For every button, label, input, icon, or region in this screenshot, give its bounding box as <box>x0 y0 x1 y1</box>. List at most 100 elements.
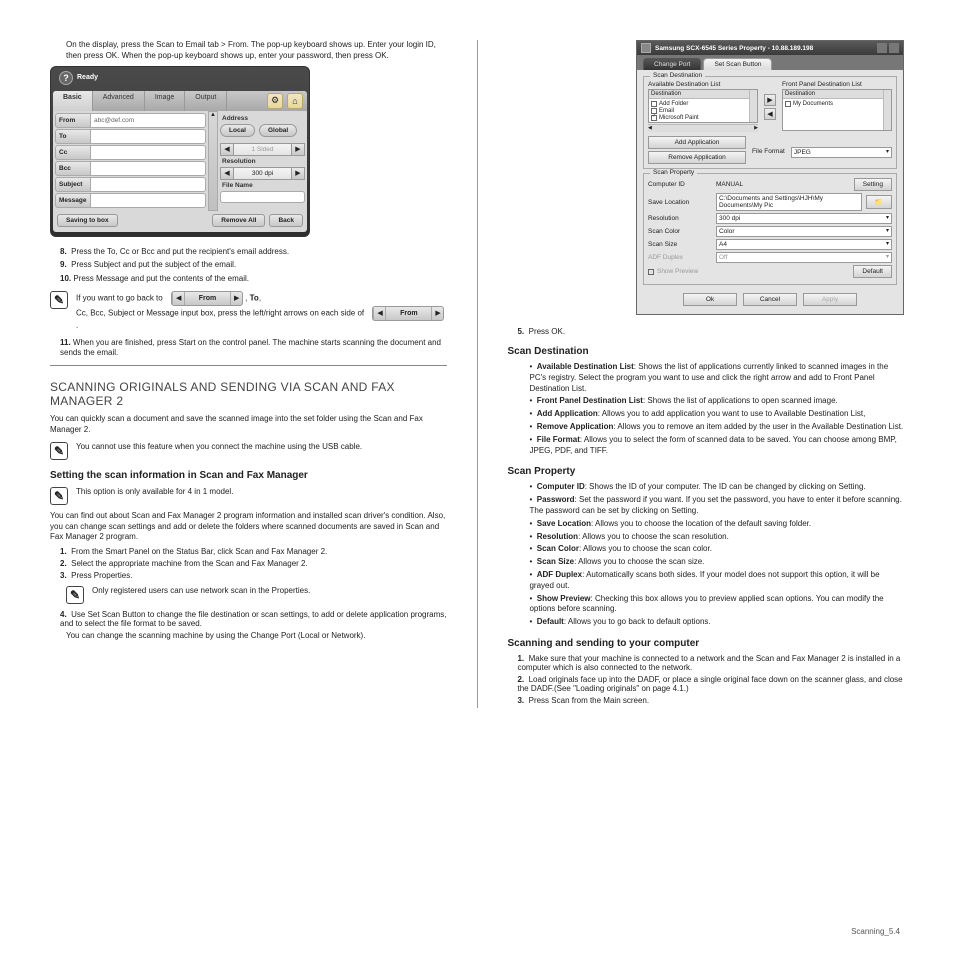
section-para: You can quickly scan a document and save… <box>50 414 447 436</box>
dialog-titlebar: Samsung SCX-6545 Series Property - 10.88… <box>637 41 903 55</box>
scrollbar[interactable] <box>883 90 891 130</box>
scan-size-select[interactable]: A4 <box>716 239 892 250</box>
resolution-value: 300 dpi <box>234 167 291 180</box>
property-dialog: Samsung SCX-6545 Series Property - 10.88… <box>636 40 904 315</box>
tab-change-port[interactable]: Change Port <box>643 58 702 70</box>
row-label[interactable]: Bcc <box>55 161 91 176</box>
message-field[interactable] <box>91 193 206 208</box>
list-item: • Remove Application: Allows you to remo… <box>529 422 904 433</box>
tab-basic[interactable]: Basic <box>53 91 93 111</box>
row-label[interactable]: Message <box>55 193 91 208</box>
add-application-button[interactable]: Add Application <box>648 136 746 149</box>
row-label[interactable]: Cc <box>55 145 91 160</box>
arrow-left-icon[interactable]: ◀ <box>373 307 385 320</box>
list-item: • Front Panel Destination List: Shows th… <box>529 396 904 407</box>
from-nav-widget: ◀ From ▶ <box>171 291 243 306</box>
arrow-right-icon[interactable]: ▶ <box>230 292 242 305</box>
row-label[interactable]: From <box>55 113 91 128</box>
options-icon[interactable]: ⚙ <box>267 93 283 109</box>
list-item: • Save Location: Allows you to choose th… <box>529 519 904 530</box>
tab-image[interactable]: Image <box>145 91 185 111</box>
scrollbar-horizontal[interactable]: ◀▶ <box>648 124 758 132</box>
remove-application-button[interactable]: Remove Application <box>648 151 746 164</box>
app-icon <box>641 43 651 53</box>
step-text: Press Subject and put the subject of the… <box>71 260 236 269</box>
arrow-right-icon[interactable]: ▶ <box>431 307 443 320</box>
to-field[interactable] <box>91 129 206 144</box>
extra-para: You can change the scanning machine by u… <box>66 631 447 642</box>
tab-output[interactable]: Output <box>185 91 227 111</box>
tab-set-scan-button[interactable]: Set Scan Button <box>703 58 772 70</box>
sub-heading: Scan Destination <box>507 346 904 357</box>
list-item: • Resolution: Allows you to choose the s… <box>529 532 904 543</box>
right-column: Samsung SCX-6545 Series Property - 10.88… <box>507 40 904 708</box>
ok-button[interactable]: Ok <box>683 293 737 306</box>
res-prev-icon[interactable]: ◀ <box>220 167 234 180</box>
scan-color-select[interactable]: Color <box>716 226 892 237</box>
help-icon[interactable]: ? <box>59 71 73 85</box>
ready-panel: ? Ready Basic Advanced Image Output ⚙ ⌂ <box>50 66 310 237</box>
saving-to-box-button[interactable]: Saving to box <box>57 214 118 227</box>
filename-field[interactable] <box>220 191 305 203</box>
subject-field[interactable] <box>91 177 206 192</box>
browse-folder-icon[interactable]: 📁 <box>866 195 892 209</box>
default-button[interactable]: Default <box>853 265 892 278</box>
home-icon[interactable]: ⌂ <box>287 93 303 109</box>
bcc-field[interactable] <box>91 161 206 176</box>
row-label[interactable]: Subject <box>55 177 91 192</box>
list-item: • Computer ID: Shows the ID of your comp… <box>529 482 904 493</box>
list-item: • File Format: Allows you to select the … <box>529 435 904 457</box>
step-text: Select the appropriate machine from the … <box>71 559 308 568</box>
back-button[interactable]: Back <box>269 214 303 227</box>
move-right-icon[interactable]: ▶ <box>764 94 776 106</box>
resolution-select[interactable]: 300 dpi <box>716 213 892 224</box>
remove-all-button[interactable]: Remove All <box>212 214 265 227</box>
step-text: Press Message and put the contents of th… <box>73 274 249 283</box>
resolution-label: Resolution <box>222 158 305 165</box>
prev-icon: ◀ <box>220 143 234 156</box>
page-footer: Scanning_5.4 <box>851 927 900 936</box>
cc-field[interactable] <box>91 145 206 160</box>
res-next-icon[interactable]: ▶ <box>291 167 305 180</box>
tab-advanced[interactable]: Advanced <box>93 91 145 111</box>
note-icon: ✎ <box>50 291 68 309</box>
sub-heading: Setting the scan information in Scan and… <box>50 470 447 481</box>
list-item: • Scan Size: Allows you to choose the sc… <box>529 557 904 568</box>
row-label[interactable]: To <box>55 129 91 144</box>
filename-label: File Name <box>222 182 305 189</box>
list-item: • Add Application: Allows you to add app… <box>529 409 904 420</box>
step-text: Load originals face up into the DADF, or… <box>517 675 902 693</box>
list-item: • Show Preview: Checking this box allows… <box>529 594 904 616</box>
scroll-up-icon[interactable]: ▲ <box>208 111 218 211</box>
group-title: Scan Destination <box>650 72 705 79</box>
group-title: Scan Property <box>650 169 697 176</box>
sub-heading: Scanning and sending to your computer <box>507 638 904 649</box>
panel-tabs: Basic Advanced Image Output ⚙ ⌂ <box>53 91 307 111</box>
available-list[interactable]: Destination Add Folder Email Microsoft P… <box>648 89 758 123</box>
note-icon: ✎ <box>66 586 84 604</box>
close-icon[interactable] <box>889 43 899 53</box>
from-field[interactable]: abc@def.com <box>91 113 206 128</box>
minimize-icon[interactable] <box>877 43 887 53</box>
file-format-label: File Format <box>752 148 785 155</box>
list-item: • Password: Set the password if you want… <box>529 495 904 517</box>
next-icon: ▶ <box>291 143 305 156</box>
address-label: Address <box>222 115 305 122</box>
avail-list-label: Available Destination List <box>648 81 758 88</box>
cancel-button[interactable]: Cancel <box>743 293 797 306</box>
save-location-field[interactable]: C:\Documents and Settings\HJH\My Documen… <box>716 193 862 211</box>
file-format-select[interactable]: JPEG <box>791 147 892 158</box>
step-text: Press Scan from the Main screen. <box>529 696 650 705</box>
scrollbar[interactable] <box>749 90 757 122</box>
show-preview-checkbox[interactable] <box>648 269 654 275</box>
local-button[interactable]: Local <box>220 124 255 137</box>
move-left-icon[interactable]: ◀ <box>764 108 776 120</box>
section-para: You can find out about Scan and Fax Mana… <box>50 511 447 543</box>
global-button[interactable]: Global <box>259 124 297 137</box>
arrow-left-icon[interactable]: ◀ <box>172 292 184 305</box>
front-panel-list[interactable]: Destination My Documents <box>782 89 892 131</box>
step-text: Press OK. <box>529 327 565 336</box>
step-text: Press Properties. <box>71 571 132 580</box>
setting-button[interactable]: Setting <box>854 178 892 191</box>
computer-id-value: MANUAL <box>716 181 850 188</box>
